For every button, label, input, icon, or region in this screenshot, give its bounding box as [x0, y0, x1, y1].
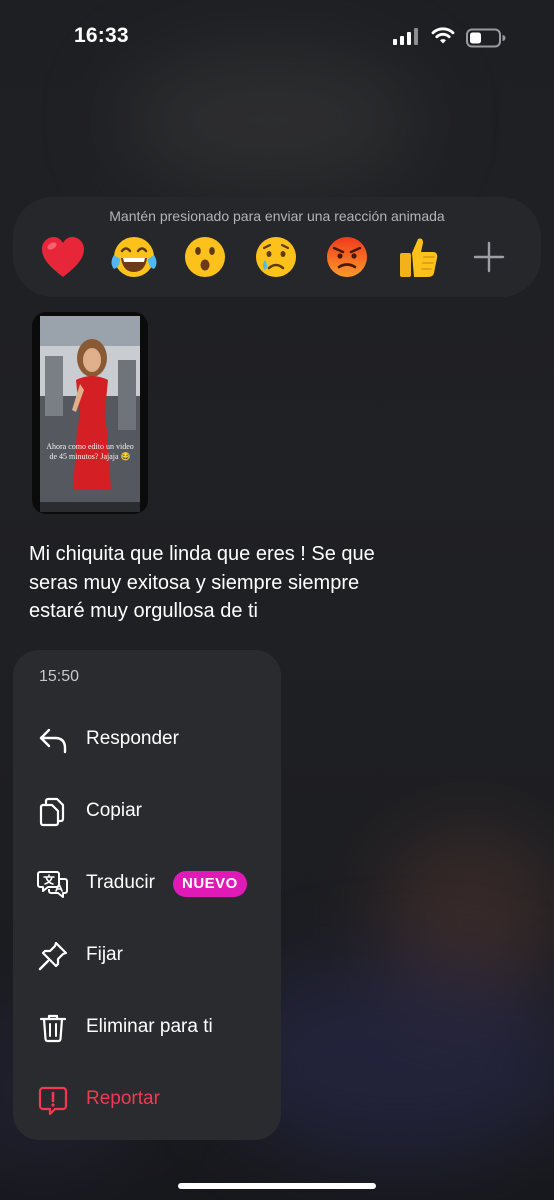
cellular-signal-icon [393, 27, 418, 45]
copy-menu-item[interactable]: Copiar [13, 783, 281, 839]
battery-icon [466, 28, 506, 48]
pin-label: Fijar [86, 944, 123, 965]
message-context-menu: 15:50 Responder Copiar Traducir NUEVO Fi… [13, 650, 281, 1140]
surprised-reaction-icon[interactable] [181, 233, 229, 281]
reply-icon [39, 728, 67, 754]
report-icon [38, 1086, 68, 1116]
shared-video-thumbnail[interactable]: Ahora como edito un video de 45 minutos?… [32, 312, 148, 514]
trash-icon [39, 1014, 67, 1043]
plus-icon[interactable] [471, 239, 507, 275]
reaction-bar: Mantén presionado para enviar una reacci… [13, 197, 541, 297]
thumbs-up-reaction-icon[interactable] [394, 233, 442, 281]
status-time: 16:33 [74, 24, 129, 47]
home-indicator[interactable] [178, 1183, 376, 1189]
copy-icon [39, 797, 65, 827]
reply-menu-item[interactable]: Responder [13, 711, 281, 767]
wifi-icon [431, 27, 455, 44]
new-badge: NUEVO [173, 871, 247, 897]
crying-reaction-icon[interactable] [252, 233, 300, 281]
reaction-hint: Mantén presionado para enviar una reacci… [109, 208, 445, 224]
video-preview-image [40, 316, 140, 512]
pin-menu-item[interactable]: Fijar [13, 927, 281, 983]
delete-label: Eliminar para ti [86, 1016, 213, 1037]
video-caption: Ahora como edito un video de 45 minutos?… [46, 442, 134, 461]
translate-icon [37, 871, 68, 898]
report-menu-item[interactable]: Reportar [13, 1071, 281, 1127]
reply-label: Responder [86, 728, 179, 749]
message-timestamp: 15:50 [39, 668, 80, 685]
translate-menu-item[interactable]: Traducir NUEVO [13, 855, 281, 911]
heart-reaction-icon[interactable] [39, 233, 87, 281]
tears-of-joy-reaction-icon[interactable] [110, 233, 158, 281]
report-label: Reportar [86, 1088, 160, 1109]
pin-icon [38, 941, 68, 971]
translate-label: Traducir [86, 872, 155, 893]
angry-reaction-icon[interactable] [323, 233, 371, 281]
delete-menu-item[interactable]: Eliminar para ti [13, 999, 281, 1055]
message-text[interactable]: Mi chiquita que linda que eres ! Se que … [29, 540, 399, 626]
copy-label: Copiar [86, 800, 142, 821]
